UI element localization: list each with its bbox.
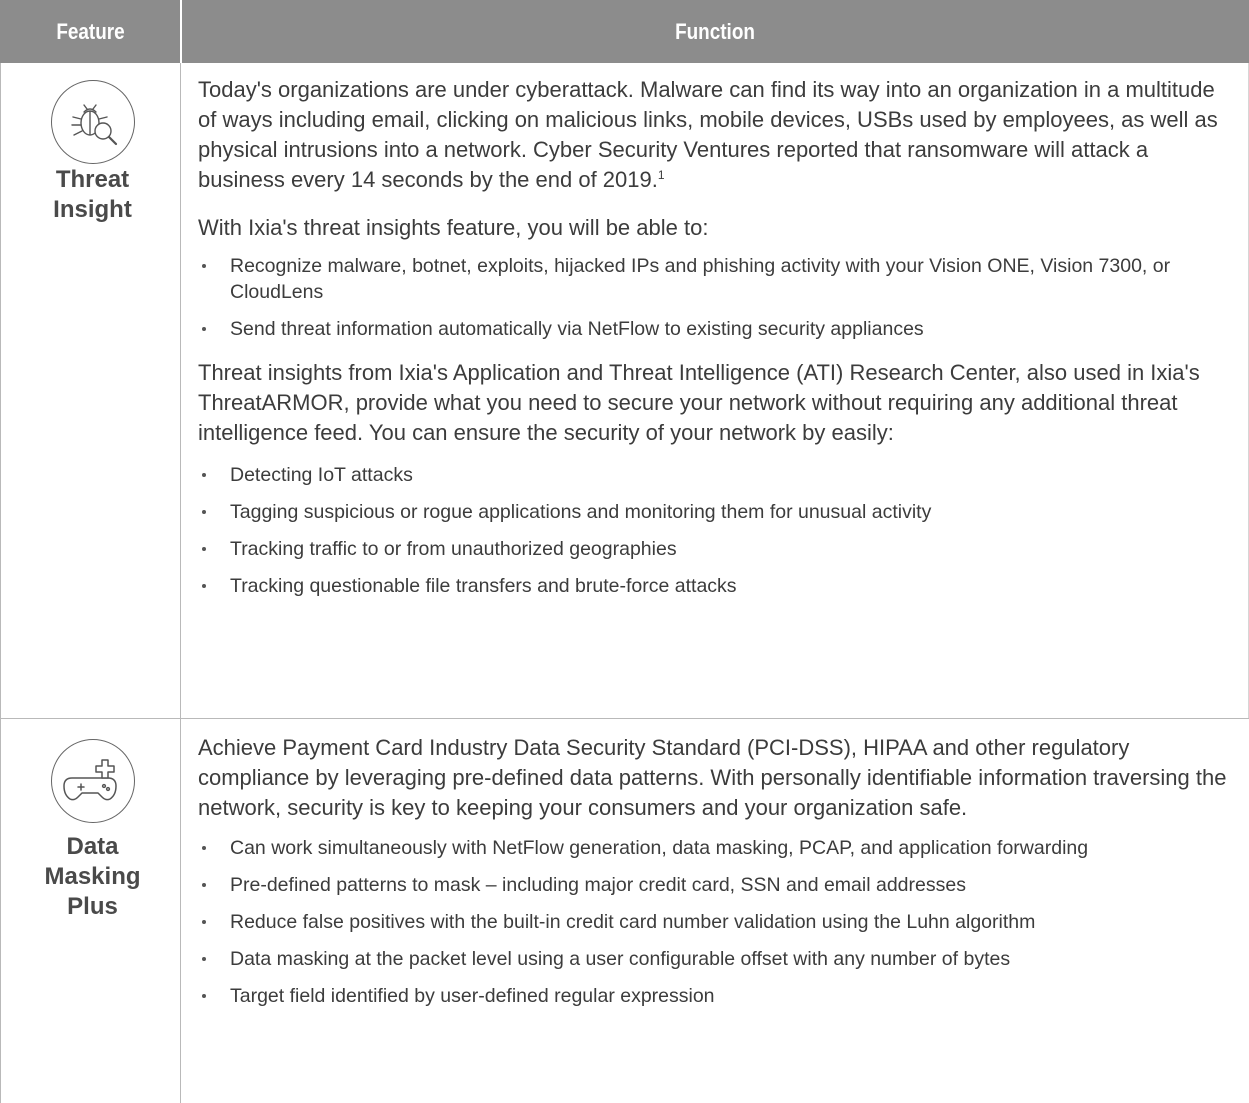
header-divider [180,0,182,63]
table-row-data-masking-feature: Data Masking Plus [0,719,180,1103]
column-header-function: Function [675,18,755,44]
list-item: Tracking questionable file transfers and… [198,573,1238,599]
list-item: Tracking traffic to or from unauthorized… [198,536,1238,562]
list-item: Tagging suspicious or rogue applications… [198,499,1238,525]
feature-label-data-masking-plus: Data Masking Plus [44,833,141,920]
footnote-marker: 1 [657,168,665,182]
row-divider [0,718,1249,719]
bug-magnifier-icon [51,80,135,164]
table-row-threat-insight-feature: Threat Insight [0,63,180,718]
list-item: Target field identified by user-defined … [198,983,1238,1009]
game-controller-plus-icon [51,739,135,823]
list-item: Send threat information automatically vi… [198,316,1238,342]
list-item: Reduce false positives with the built-in… [198,909,1238,935]
paragraph-cyberattack-text: Today's organizations are under cyberatt… [198,77,1218,192]
bullet-list-security-actions: Detecting IoT attacks Tagging suspicious… [198,462,1238,599]
paragraph-pci-dss: Achieve Payment Card Industry Data Secur… [198,735,1227,820]
list-item: Can work simultaneously with NetFlow gen… [198,835,1238,861]
column-header-feature: Feature [56,18,125,44]
table-row-threat-insight-function: Today's organizations are under cyberatt… [198,75,1238,599]
feature-function-table: Feature Function Threat Insight Today's … [0,0,1249,1103]
bullet-list-capabilities: Recognize malware, botnet, exploits, hij… [198,253,1238,342]
paragraph-cyberattack: Today's organizations are under cyberatt… [198,75,1238,195]
feature-label-threat-insight: Threat Insight [53,166,132,223]
table-header: Feature Function [0,0,1249,63]
bullet-list-masking-features: Can work simultaneously with NetFlow gen… [198,835,1238,1009]
list-item: Data masking at the packet level using a… [198,946,1238,972]
list-item: Pre-defined patterns to mask – including… [198,872,1238,898]
paragraph-ati-research: Threat insights from Ixia's Application … [198,360,1200,445]
paragraph-threat-insights-intro: With Ixia's threat insights feature, you… [198,215,709,240]
list-item: Detecting IoT attacks [198,462,1238,488]
list-item: Recognize malware, botnet, exploits, hij… [198,253,1238,305]
table-row-data-masking-function: Achieve Payment Card Industry Data Secur… [198,733,1238,1009]
